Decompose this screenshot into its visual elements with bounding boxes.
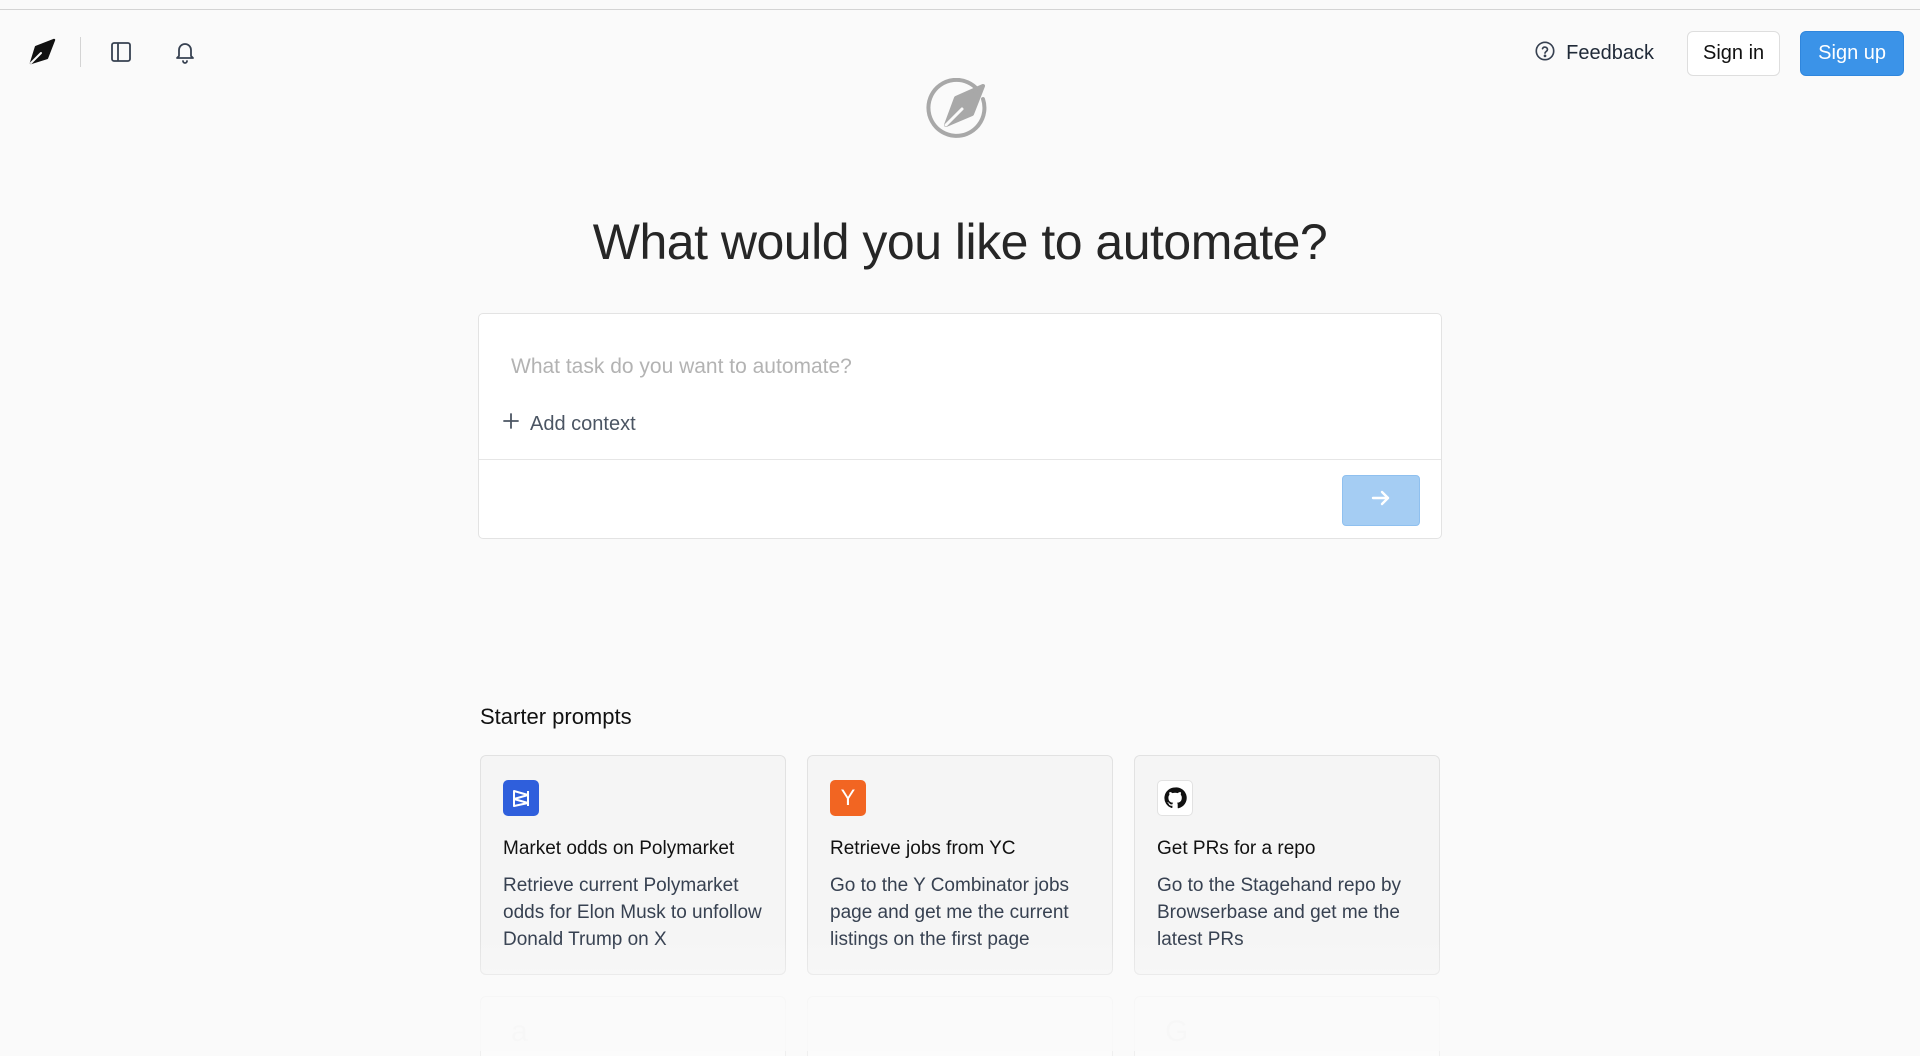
starter-prompts-more: a G (480, 996, 1440, 1056)
starter-card-yc[interactable]: Y Retrieve jobs from YC Go to the Y Comb… (807, 755, 1113, 975)
help-circle-icon (1534, 40, 1556, 68)
task-input[interactable] (509, 344, 1393, 390)
sign-up-button[interactable]: Sign up (1800, 31, 1904, 76)
card-description: Retrieve current Polymarket odds for Elo… (503, 875, 762, 950)
starter-prompts-title: Starter prompts (480, 704, 632, 729)
compass-quill-icon (926, 77, 992, 149)
header-divider (80, 37, 81, 67)
polymarket-logo-icon (503, 780, 539, 816)
arrow-right-icon (1369, 486, 1393, 515)
card-title: Market odds on Polymarket (503, 838, 735, 859)
sidebar-panel-icon[interactable] (101, 32, 141, 72)
bell-icon[interactable] (165, 32, 205, 72)
add-context-button[interactable]: Add context (502, 412, 636, 436)
send-button[interactable] (1342, 475, 1420, 526)
sign-in-button[interactable]: Sign in (1687, 31, 1781, 76)
amazon-logo-icon: a (511, 1015, 528, 1048)
starter-prompts-list: Market odds on Polymarket Retrieve curre… (480, 755, 1440, 975)
window-top-border (0, 0, 1920, 10)
composer-divider (479, 459, 1441, 460)
github-logo-icon (1157, 780, 1193, 816)
feedback-label: Feedback (1566, 42, 1654, 64)
page-title: What would you like to automate? (592, 214, 1328, 270)
header-left (22, 32, 205, 72)
google-logo-icon: G (1165, 1015, 1189, 1048)
quill-logo-icon[interactable] (22, 32, 62, 72)
card-title: Get PRs for a repo (1157, 838, 1316, 859)
card-description: Go to the Y Combinator jobs page and get… (830, 875, 1070, 950)
feedback-button[interactable]: Feedback (1534, 40, 1654, 68)
starter-card-faded[interactable]: a (480, 996, 786, 1056)
starter-card-github[interactable]: Get PRs for a repo Go to the Stagehand r… (1134, 755, 1440, 975)
add-context-label: Add context (530, 412, 636, 435)
starter-card-faded[interactable] (807, 996, 1113, 1056)
card-description: Go to the Stagehand repo by Browserbase … (1157, 875, 1402, 950)
task-composer: Add context (478, 313, 1442, 539)
card-title: Retrieve jobs from YC (830, 838, 1016, 859)
ycombinator-logo-icon: Y (830, 780, 866, 816)
starter-card-polymarket[interactable]: Market odds on Polymarket Retrieve curre… (480, 755, 786, 975)
header-right: Feedback Sign in Sign up (1534, 31, 1904, 76)
starter-card-faded[interactable]: G (1134, 996, 1440, 1056)
plus-icon (502, 412, 520, 436)
